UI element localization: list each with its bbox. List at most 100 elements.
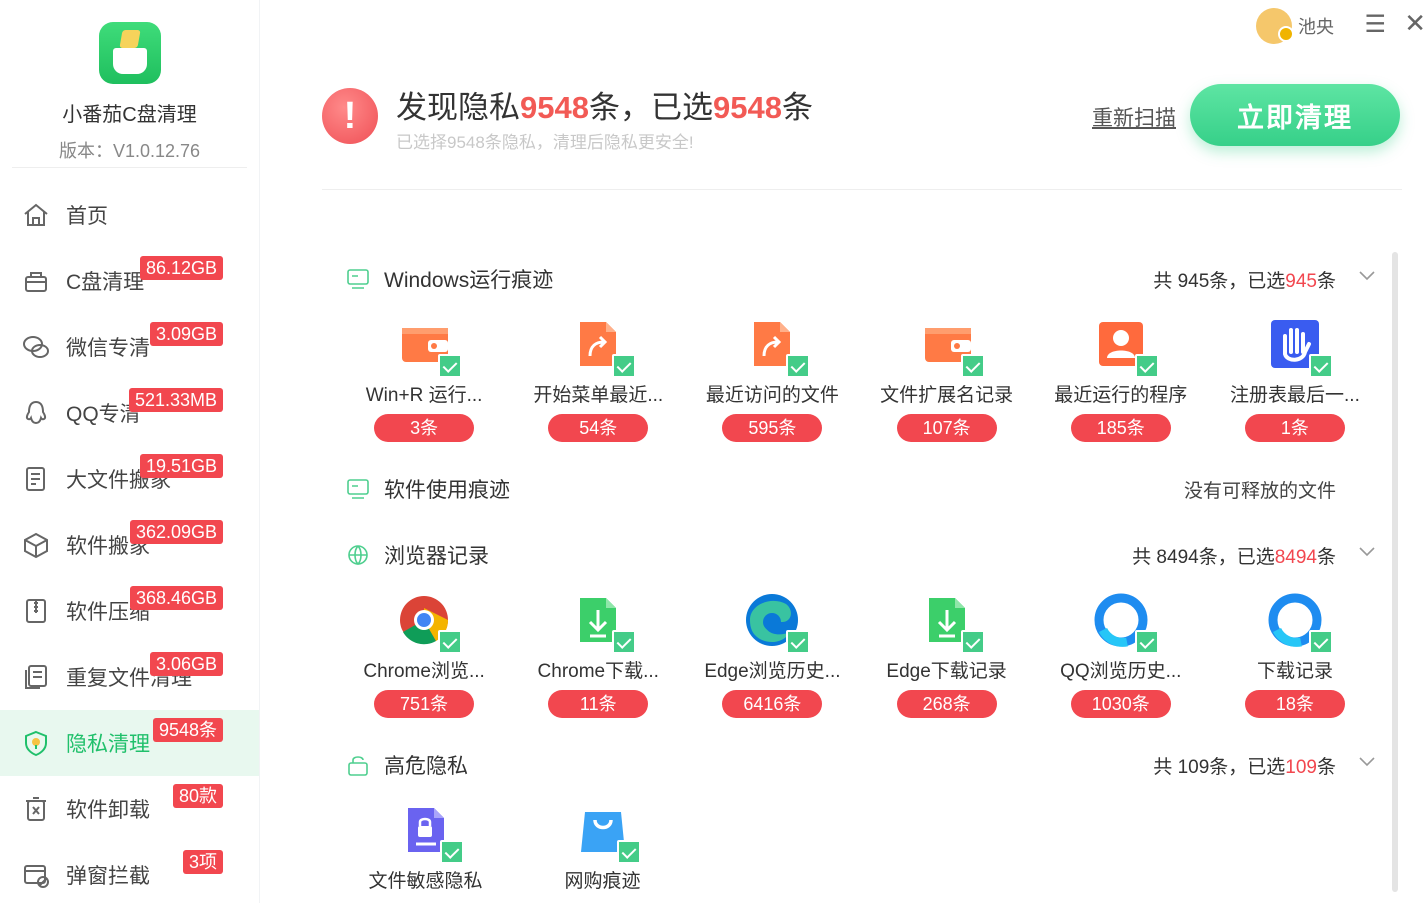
chevron-down-icon[interactable] <box>1358 542 1376 560</box>
close-icon[interactable]: ✕ <box>1404 8 1426 39</box>
item-label: 注册表最后一... <box>1230 385 1360 406</box>
privacy-item[interactable]: Chrome下载... 11条 <box>511 584 685 718</box>
item-count-badge: 18条 <box>1244 690 1345 718</box>
privacy-item[interactable]: Edge下载记录 268条 <box>860 584 1034 718</box>
privacy-item[interactable]: 下载记录 18条 <box>1208 584 1382 718</box>
duplicate-icon <box>22 663 50 691</box>
checkbox-checked-icon[interactable] <box>438 354 463 378</box>
chrome-icon <box>394 590 463 654</box>
sidebar-item-label: 首页 <box>66 205 108 228</box>
wechat-icon <box>22 333 50 361</box>
section-windows-traces: Windows运行痕迹 共 945条，已选945条 Win+R 运行... 3条 <box>322 250 1382 442</box>
app-name: 小番茄C盘清理 <box>62 104 197 126</box>
sidebar-badge: 86.12GB <box>139 256 223 280</box>
sidebar-item-software-move[interactable]: 软件搬家 362.09GB <box>0 512 259 578</box>
chevron-down-icon[interactable] <box>1358 752 1376 770</box>
privacy-item[interactable]: 注册表最后一... 1条 <box>1208 308 1382 442</box>
qq-icon <box>22 399 50 427</box>
item-count-badge: 107条 <box>896 414 997 442</box>
privacy-item[interactable]: Win+R 运行... 3条 <box>337 308 511 442</box>
hand-stop-icon <box>1265 314 1333 378</box>
checkbox-checked-icon[interactable] <box>786 630 811 654</box>
user-account[interactable]: 池央 <box>1256 8 1334 44</box>
chevron-down-icon[interactable] <box>1358 266 1376 284</box>
rescan-link[interactable]: 重新扫描 <box>1092 102 1176 132</box>
summary-subtitle: 已选择9548条隐私，清理后隐私更安全! <box>396 133 694 152</box>
globe-icon <box>348 545 368 566</box>
summary-title-prefix: 发现隐私 <box>396 90 520 125</box>
checkbox-checked-icon[interactable] <box>1308 354 1333 378</box>
menu-icon[interactable]: ☰ <box>1364 10 1386 39</box>
item-count-badge: 185条 <box>1070 414 1171 442</box>
section-title: 高危隐私 <box>384 755 468 778</box>
checkbox-checked-icon[interactable] <box>616 840 641 864</box>
selected-count: 9548 <box>712 90 782 125</box>
section-header[interactable]: 软件使用痕迹 没有可释放的文件 <box>322 460 1382 518</box>
checkbox-checked-icon[interactable] <box>786 354 811 378</box>
item-count-badge: 1条 <box>1244 414 1345 442</box>
sidebar-badge: 521.33MB <box>128 388 223 412</box>
sidebar-item-home[interactable]: 首页 <box>0 182 259 248</box>
checkbox-checked-icon[interactable] <box>1308 630 1333 654</box>
checkbox-checked-icon[interactable] <box>960 354 985 378</box>
checkbox-checked-icon[interactable] <box>1134 630 1159 654</box>
uninstall-icon <box>22 795 50 823</box>
checkbox-checked-icon[interactable] <box>960 630 985 654</box>
item-label: Chrome下载... <box>537 661 659 682</box>
sidebar-item-uninstall[interactable]: 软件卸载 80款 <box>0 776 259 842</box>
privacy-list: Windows运行痕迹 共 945条，已选945条 Win+R 运行... 3条 <box>322 250 1382 903</box>
sidebar-item-popup-block[interactable]: 弹窗拦截 3项 <box>0 842 259 903</box>
sidebar-item-privacy[interactable]: 隐私清理 9548条 <box>0 710 259 776</box>
item-row: Win+R 运行... 3条 开始菜单最近... 54条 最近访问的文件 595… <box>322 308 1382 442</box>
clean-now-button[interactable]: 立即清理 <box>1190 84 1400 146</box>
sidebar-item-c-drive[interactable]: C盘清理 86.12GB <box>0 248 259 314</box>
sidebar-badge: 80款 <box>172 784 223 808</box>
sidebar-item-big-file[interactable]: 大文件搬家 19.51GB <box>0 446 259 512</box>
privacy-item[interactable]: 文件扩展名记录 107条 <box>860 308 1034 442</box>
sidebar: 小番茄C盘清理 版本：V1.0.12.76 首页 C盘清理 86.12GB 微信… <box>0 0 260 903</box>
stats-count: 8494 <box>1274 547 1317 568</box>
privacy-item[interactable]: QQ浏览历史... 1030条 <box>1034 584 1208 718</box>
privacy-item[interactable]: 最近运行的程序 185条 <box>1034 308 1208 442</box>
sidebar-badge: 3项 <box>182 850 223 874</box>
item-label: 下载记录 <box>1256 661 1333 682</box>
checkbox-checked-icon[interactable] <box>1134 354 1159 378</box>
item-row: 文件敏感隐私 网购痕迹 <box>322 794 1382 892</box>
privacy-item[interactable]: 最近访问的文件 595条 <box>685 308 859 442</box>
section-browser-records: 浏览器记录 共 8494条，已选8494条 Chrome浏览... 751条 C… <box>322 526 1382 718</box>
sidebar-badge: 3.06GB <box>149 652 223 676</box>
content-scrollbar[interactable] <box>1392 252 1398 892</box>
section-header[interactable]: 高危隐私 共 109条，已选109条 <box>322 736 1382 794</box>
privacy-item[interactable]: 文件敏感隐私 <box>337 794 514 892</box>
monitor-icon <box>347 269 369 289</box>
checkbox-checked-icon[interactable] <box>438 630 463 654</box>
section-software-traces: 软件使用痕迹 没有可释放的文件 <box>322 460 1382 518</box>
privacy-item[interactable]: Chrome浏览... 751条 <box>337 584 511 718</box>
sidebar-item-software-compress[interactable]: 软件压缩 368.46GB <box>0 578 259 644</box>
sidebar-item-duplicate[interactable]: 重复文件清理 3.06GB <box>0 644 259 710</box>
item-count-badge: 268条 <box>896 690 997 718</box>
sidebar-badge: 368.46GB <box>129 586 223 610</box>
privacy-item[interactable]: Edge浏览历史... 6416条 <box>685 584 859 718</box>
section-header[interactable]: 浏览器记录 共 8494条，已选8494条 <box>322 526 1382 584</box>
sidebar-item-qq[interactable]: QQ专清 521.33MB <box>0 380 259 446</box>
app-window: 小番茄C盘清理 版本：V1.0.12.76 首页 C盘清理 86.12GB 微信… <box>0 0 1428 903</box>
brand: 小番茄C盘清理 版本：V1.0.12.76 <box>12 0 247 168</box>
stats-prefix: 共 945条，已选 <box>1153 271 1286 292</box>
section-title: 软件使用痕迹 <box>384 479 510 502</box>
sidebar-item-label: C盘清理 <box>66 271 145 294</box>
item-label: 最近运行的程序 <box>1054 385 1188 406</box>
checkbox-checked-icon[interactable] <box>612 630 637 654</box>
section-header[interactable]: Windows运行痕迹 共 945条，已选945条 <box>322 250 1382 308</box>
qq-browser-icon <box>1091 590 1159 654</box>
sidebar-item-wechat[interactable]: 微信专清 3.09GB <box>0 314 259 380</box>
item-count-badge: 595条 <box>722 414 823 442</box>
checkbox-checked-icon[interactable] <box>439 840 464 864</box>
privacy-item[interactable]: 网购痕迹 <box>514 794 691 892</box>
download-file-icon <box>917 590 985 654</box>
sidebar-badge: 19.51GB <box>139 454 223 478</box>
privacy-item[interactable]: 开始菜单最近... 54条 <box>511 308 685 442</box>
username: 池央 <box>1298 17 1334 37</box>
checkbox-checked-icon[interactable] <box>612 354 637 378</box>
item-row: Chrome浏览... 751条 Chrome下载... 11条 Edge浏览历… <box>322 584 1382 718</box>
